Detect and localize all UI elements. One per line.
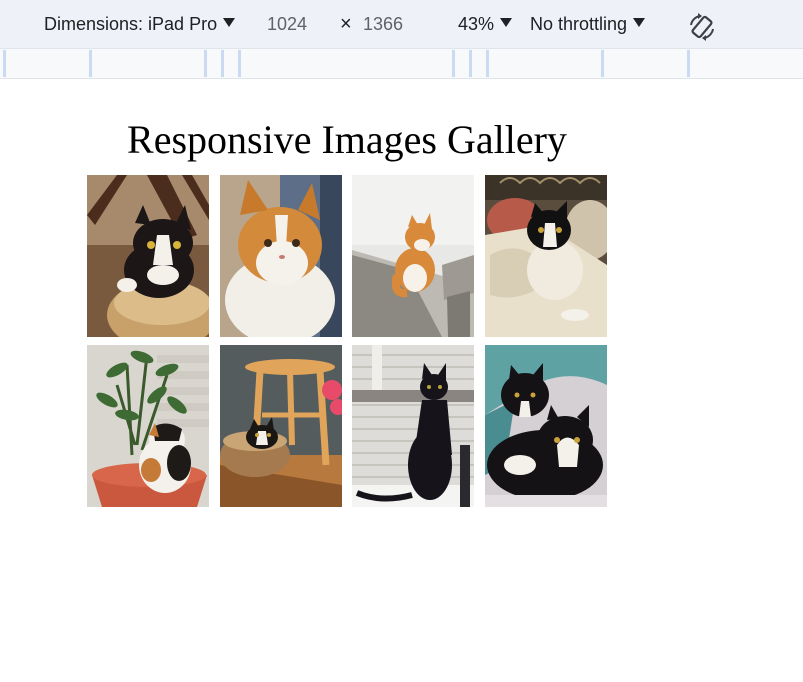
zoom-dropdown[interactable]: 43%	[458, 0, 513, 48]
dimensions-times-symbol: ×	[340, 12, 352, 35]
device-toolbar: Dimensions: iPad Pro 1024 × 1366 43% No …	[0, 0, 803, 48]
gallery-image	[352, 345, 475, 507]
page-viewport: Responsive Images Gallery	[0, 80, 803, 682]
ruler-marker	[221, 50, 224, 77]
image-gallery	[87, 175, 608, 507]
gallery-image	[484, 175, 607, 337]
gallery-image	[352, 175, 475, 337]
page-title: Responsive Images Gallery	[127, 117, 567, 162]
device-dimensions-dropdown[interactable]: Dimensions: iPad Pro	[44, 0, 236, 48]
zoom-label: 43%	[458, 13, 495, 34]
caret-down-icon	[633, 17, 646, 27]
rotate-device-icon[interactable]	[688, 13, 716, 41]
ruler-marker	[204, 50, 207, 77]
width-input[interactable]: 1024	[267, 0, 307, 48]
ruler-marker	[601, 50, 604, 77]
gallery-image	[484, 345, 607, 507]
ruler-marker	[89, 50, 92, 77]
ruler-marker	[452, 50, 455, 77]
device-dimensions-label: Dimensions: iPad Pro	[44, 13, 218, 34]
ruler-marker	[3, 50, 6, 77]
caret-down-icon	[500, 17, 513, 27]
ruler-marker	[238, 50, 241, 77]
ruler-marker	[486, 50, 489, 77]
throttling-label: No throttling	[530, 13, 628, 34]
gallery-image	[219, 345, 342, 507]
ruler-marker	[687, 50, 690, 77]
caret-down-icon	[223, 17, 236, 27]
gallery-image	[87, 345, 209, 507]
height-input[interactable]: 1366	[363, 0, 403, 48]
throttling-dropdown[interactable]: No throttling	[530, 0, 646, 48]
gallery-image	[87, 175, 209, 337]
gallery-image	[219, 175, 342, 337]
media-query-ruler[interactable]	[0, 48, 803, 79]
ruler-marker	[469, 50, 472, 77]
